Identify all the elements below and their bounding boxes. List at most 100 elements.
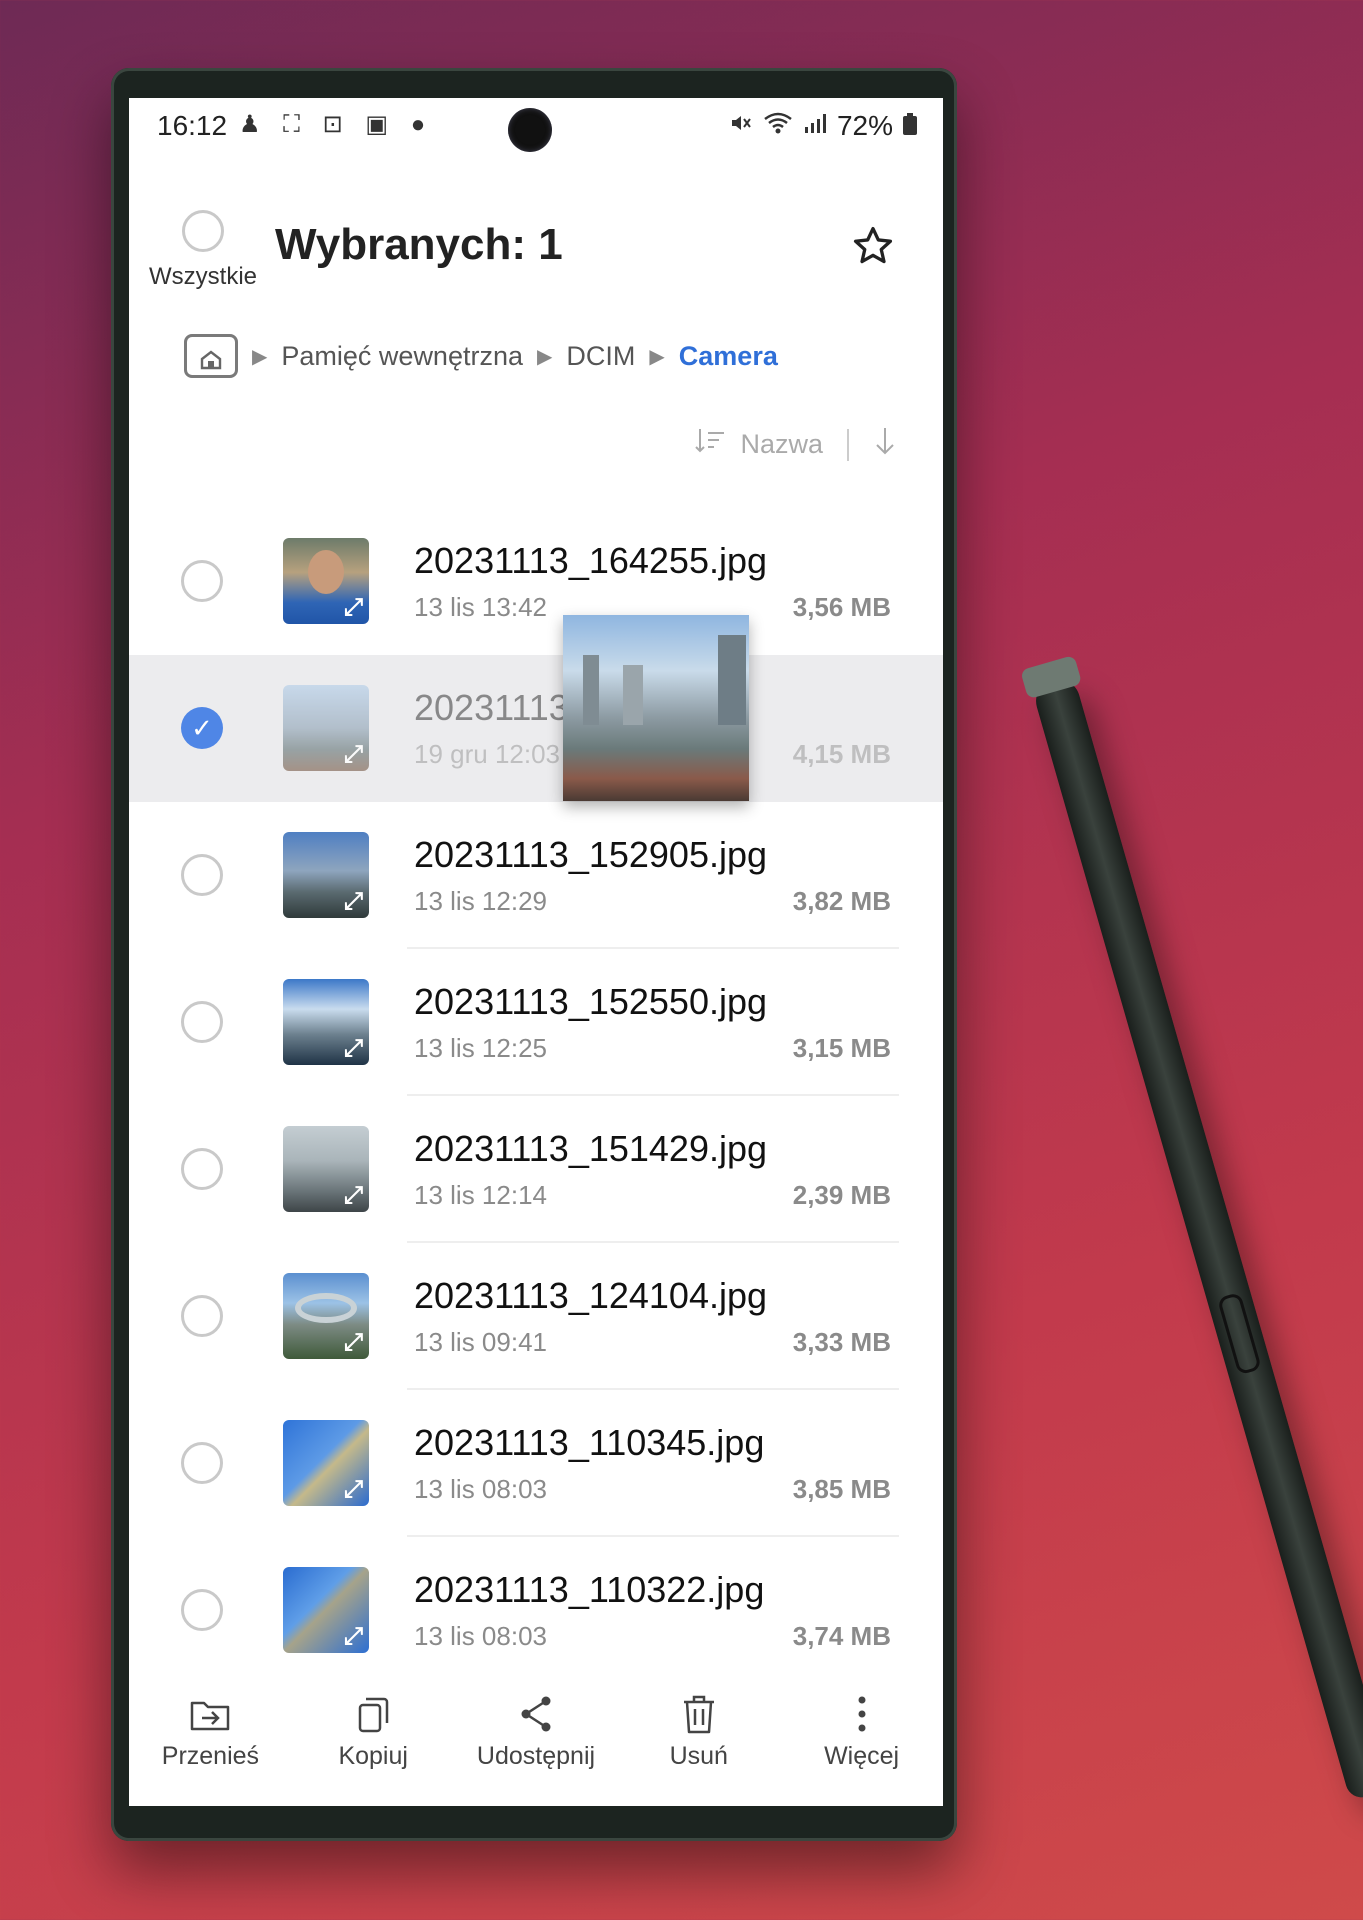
sort-label[interactable]: Nazwa bbox=[740, 429, 823, 460]
item-checkbox[interactable] bbox=[181, 1589, 223, 1631]
file-size: 3,56 MB bbox=[792, 592, 891, 622]
item-checkbox[interactable] bbox=[181, 560, 223, 602]
expand-icon: ⤢ bbox=[343, 1623, 363, 1650]
file-date: 13 lis 08:03 bbox=[414, 1474, 547, 1504]
sort-control[interactable]: Nazwa bbox=[694, 426, 897, 463]
file-name: 20231113_152550.jpg bbox=[414, 981, 768, 1022]
select-all-toggle[interactable]: Wszystkie bbox=[143, 210, 263, 291]
delete-button[interactable]: Usuń bbox=[617, 1678, 780, 1806]
list-item[interactable]: ⤢ 20231113_110322.jpg 13 lis 08:03 3,74 … bbox=[129, 1537, 943, 1684]
thumbnail-hazy-city[interactable]: ⤢ bbox=[283, 1126, 369, 1212]
breadcrumb-internal-storage[interactable]: Pamięć wewnętrzna bbox=[281, 341, 523, 372]
delete-label: Usuń bbox=[669, 1742, 728, 1770]
page-title: Wybranych: 1 bbox=[275, 220, 563, 269]
file-name: 20231113_151429.jpg bbox=[414, 1128, 768, 1169]
file-name: 20231113_110322.jpg bbox=[414, 1569, 765, 1610]
file-size: 3,15 MB bbox=[792, 1033, 891, 1063]
expand-icon: ⤢ bbox=[343, 1182, 363, 1209]
battery-percent: 72% bbox=[836, 110, 893, 141]
s-pen-cap bbox=[1020, 654, 1083, 700]
item-checkbox[interactable] bbox=[181, 1442, 223, 1484]
item-checkbox[interactable] bbox=[181, 854, 223, 896]
file-size: 3,82 MB bbox=[792, 886, 891, 916]
file-name: 20231113_110345.jpg bbox=[414, 1422, 765, 1463]
thumbnail-tower-sky[interactable]: ⤢ bbox=[283, 1567, 369, 1653]
expand-icon: ⤢ bbox=[343, 1329, 363, 1356]
expand-icon: ⤢ bbox=[343, 888, 363, 915]
more-label: Więcej bbox=[824, 1742, 900, 1770]
file-list: ⤢ 20231113_164255.jpg 13 lis 13:42 3,56 … bbox=[129, 508, 943, 1684]
more-button[interactable]: Więcej bbox=[780, 1678, 943, 1806]
file-name: 20231113_164255.jpg bbox=[414, 540, 768, 581]
more-vertical-icon bbox=[857, 1694, 867, 1734]
list-item[interactable]: ⤢ 20231113_152550.jpg 13 lis 12:25 3,15 … bbox=[129, 949, 943, 1096]
copy-label: Kopiuj bbox=[338, 1742, 408, 1770]
move-button[interactable]: Przenieś bbox=[129, 1678, 292, 1806]
expand-icon: ⤢ bbox=[343, 1035, 363, 1062]
trash-icon bbox=[682, 1694, 716, 1734]
share-icon bbox=[518, 1694, 554, 1734]
list-item[interactable]: ⤢ 20231113_151429.jpg 13 lis 12:14 2,39 … bbox=[129, 1096, 943, 1243]
drag-preview-image[interactable] bbox=[563, 615, 749, 801]
sort-divider bbox=[847, 428, 849, 461]
expand-icon: ⤢ bbox=[343, 741, 363, 768]
item-checkbox[interactable] bbox=[181, 1148, 223, 1190]
item-checkbox[interactable] bbox=[181, 1001, 223, 1043]
sort-icon[interactable] bbox=[694, 427, 726, 462]
signal-icon bbox=[803, 110, 827, 142]
s-pen-button bbox=[1216, 1291, 1262, 1376]
thumbnail-museum[interactable]: ⤢ bbox=[283, 1273, 369, 1359]
breadcrumb-arrow-icon: ▶ bbox=[649, 345, 665, 368]
breadcrumb-arrow-icon: ▶ bbox=[537, 345, 553, 368]
bottom-action-bar: Przenieś Kopiuj Udostępnij Usuń Więcej bbox=[129, 1678, 943, 1806]
thumbnail-towers[interactable]: ⤢ bbox=[283, 832, 369, 918]
select-all-label: Wszystkie bbox=[149, 263, 257, 290]
notification-icons: ♟ ⛶ ⊡ ▣ ● bbox=[239, 111, 434, 138]
list-item[interactable]: ⤢ 20231113_164255.jpg 13 lis 13:42 3,56 … bbox=[129, 508, 943, 655]
expand-icon: ⤢ bbox=[343, 1476, 363, 1503]
move-label: Przenieś bbox=[161, 1742, 260, 1770]
breadcrumb: ▶ Pamięć wewnętrzna ▶ DCIM ▶ Camera bbox=[184, 334, 778, 378]
file-size: 3,85 MB bbox=[792, 1474, 891, 1504]
wifi-icon bbox=[763, 110, 793, 142]
file-date: 19 gru 12:03 bbox=[414, 739, 561, 769]
copy-icon bbox=[356, 1694, 390, 1734]
share-button[interactable]: Udostępnij bbox=[455, 1678, 618, 1806]
list-item[interactable]: ⤢ 20231113_110345.jpg 13 lis 08:03 3,85 … bbox=[129, 1390, 943, 1537]
thumbnail-marina[interactable]: ⤢ bbox=[283, 685, 369, 771]
select-all-checkbox[interactable] bbox=[182, 210, 224, 252]
item-checkbox-checked[interactable]: ✓ bbox=[181, 707, 223, 749]
breadcrumb-dcim[interactable]: DCIM bbox=[566, 341, 635, 372]
file-date: 13 lis 12:29 bbox=[414, 886, 547, 916]
front-camera bbox=[508, 108, 552, 152]
breadcrumb-arrow-icon: ▶ bbox=[252, 345, 268, 368]
list-item-selected[interactable]: ✓ ⤢ 20231113 19 gru 12:03 4,15 MB bbox=[129, 655, 943, 802]
file-size: 2,39 MB bbox=[792, 1180, 891, 1210]
battery-icon bbox=[903, 110, 917, 142]
file-date: 13 lis 08:03 bbox=[414, 1621, 547, 1651]
folder-move-icon bbox=[190, 1694, 230, 1734]
copy-button[interactable]: Kopiuj bbox=[292, 1678, 455, 1806]
status-time: 16:12 bbox=[157, 110, 228, 141]
status-right: 72% bbox=[729, 110, 917, 142]
s-pen-stylus bbox=[1020, 654, 1363, 1802]
home-icon[interactable] bbox=[184, 334, 238, 378]
thumbnail-skyscraper[interactable]: ⤢ bbox=[283, 1420, 369, 1506]
file-date: 13 lis 12:14 bbox=[414, 1180, 547, 1210]
star-icon[interactable] bbox=[851, 224, 895, 276]
phone-screen: 16:12 ♟ ⛶ ⊡ ▣ ● 72% Wszystkie Wybranych:… bbox=[129, 98, 943, 1806]
breadcrumb-camera[interactable]: Camera bbox=[679, 341, 778, 372]
thumbnail-waterfront[interactable]: ⤢ bbox=[283, 979, 369, 1065]
file-name: 20231113_124104.jpg bbox=[414, 1275, 768, 1316]
sort-direction-icon[interactable] bbox=[873, 426, 897, 463]
list-item[interactable]: ⤢ 20231113_152905.jpg 13 lis 12:29 3,82 … bbox=[129, 802, 943, 949]
file-date: 13 lis 09:41 bbox=[414, 1327, 547, 1357]
list-item[interactable]: ⤢ 20231113_124104.jpg 13 lis 09:41 3,33 … bbox=[129, 1243, 943, 1390]
file-date: 13 lis 13:42 bbox=[414, 592, 547, 622]
file-name: 20231113_152905.jpg bbox=[414, 834, 768, 875]
thumbnail-selfie[interactable]: ⤢ bbox=[283, 538, 369, 624]
share-label: Udostępnij bbox=[476, 1742, 596, 1770]
item-checkbox[interactable] bbox=[181, 1295, 223, 1337]
file-name: 20231113 bbox=[414, 687, 569, 728]
mute-icon bbox=[729, 110, 753, 142]
